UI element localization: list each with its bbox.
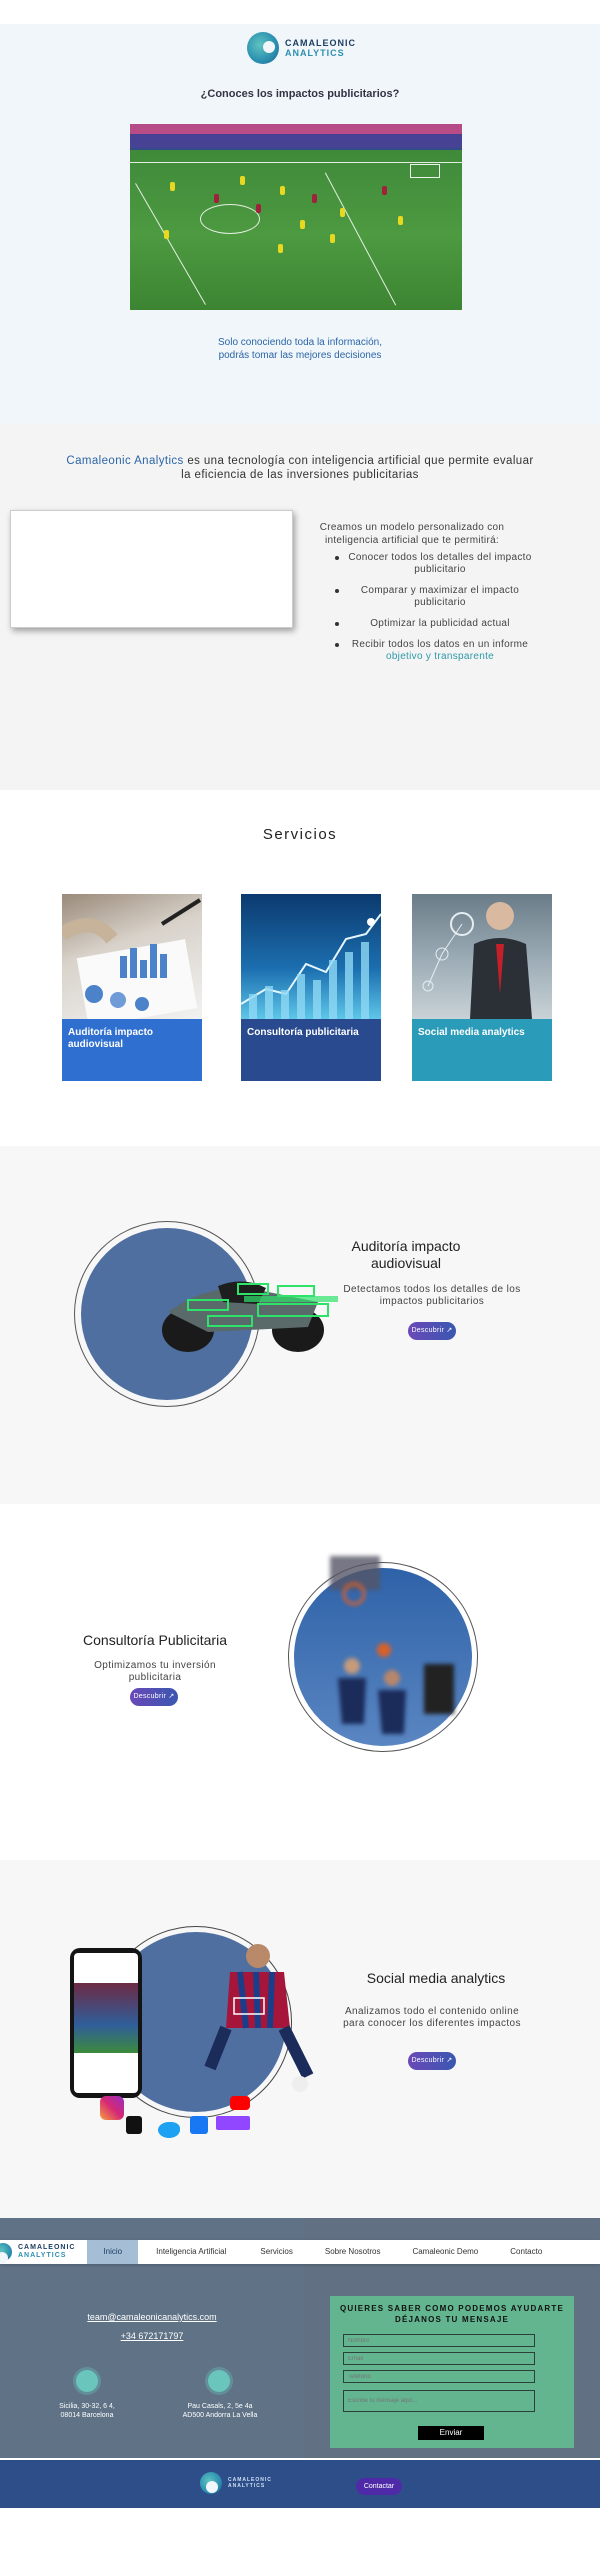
address-barcelona: Sicilia, 30-32, 6 4, 08014 Barcelona: [59, 2403, 115, 2419]
service-card-auditoria[interactable]: Auditoría impacto audiovisual: [62, 894, 202, 1081]
footer-logo[interactable]: CAMALEONIC ANALYTICS: [200, 2472, 272, 2494]
nav-item-servicios[interactable]: Servicios: [244, 2240, 308, 2264]
brand-logo[interactable]: CAMALEONIC ANALYTICS: [247, 32, 356, 64]
audit-section: Auditoría impacto audiovisual Detectamos…: [0, 1146, 600, 1504]
footballer-image: [204, 1944, 314, 2092]
about-title: Camaleonic Analytics es una tecnología c…: [66, 455, 534, 481]
main-navbar: CAMALEONIC ANALYTICS Inicio Inteligencia…: [0, 2240, 600, 2264]
footer-band: CAMALEONIC ANALYTICS Contactar: [0, 2460, 600, 2508]
footer-section: CAMALEONIC ANALYTICS Contactar: [0, 2458, 600, 2554]
service-card-consultoria[interactable]: Consultoría publicitaria: [241, 894, 381, 1081]
hero-question: ¿Conoces los impactos publicitarios?: [200, 88, 400, 100]
phone-field[interactable]: [343, 2370, 535, 2383]
facebook-icon: [190, 2116, 208, 2134]
audit-subtitle: Detectamos todos los detalles de los imp…: [343, 1284, 521, 1307]
services-title: Servicios: [262, 826, 338, 843]
service-card-label: Auditoría impacto audiovisual: [62, 1019, 202, 1081]
nav-item-inicio[interactable]: Inicio: [87, 2240, 139, 2264]
contact-phone-link[interactable]: +34 672171797: [0, 2331, 304, 2341]
brand-line-2: ANALYTICS: [285, 48, 345, 58]
name-field[interactable]: [343, 2334, 535, 2347]
brand-line-1: CAMALEONIC: [285, 38, 356, 48]
about-section: Camaleonic Analytics es una tecnología c…: [0, 424, 600, 790]
post-image: [74, 1983, 138, 2053]
message-field[interactable]: [343, 2390, 535, 2412]
tiktok-icon: [126, 2116, 142, 2134]
discover-button[interactable]: Descubrir ↗: [130, 1688, 178, 1706]
about-benefits-list: Conocer todos los detalles del impacto p…: [335, 552, 535, 672]
chameleon-logo-icon: [247, 32, 279, 64]
service-card-label: Social media analytics: [412, 1019, 552, 1081]
chameleon-logo-icon: [200, 2472, 222, 2494]
youtube-icon: [230, 2096, 250, 2110]
phone-mockup: [70, 1948, 142, 2098]
instagram-icon: [100, 2096, 124, 2120]
service-card-social[interactable]: Social media analytics: [412, 894, 552, 1081]
consulting-section: Consultoría Publicitaria Optimizamos tu …: [0, 1504, 600, 1860]
chameleon-logo-icon: [0, 2243, 12, 2264]
analytics-report-image: [62, 894, 202, 1019]
nav-item-demo[interactable]: Camaleonic Demo: [396, 2240, 494, 2264]
nav-logo[interactable]: CAMALEONIC ANALYTICS: [0, 2243, 75, 2264]
consulting-title: Consultoría Publicitaria: [83, 1632, 227, 1648]
social-title: Social media analytics: [366, 1970, 506, 1986]
hero-section: CAMALEONIC ANALYTICS ¿Conoces los impact…: [0, 24, 600, 424]
consulting-subtitle: Optimizamos tu inversión publicitaria: [94, 1660, 216, 1683]
discover-button[interactable]: Descubrir ↗: [408, 1322, 456, 1340]
list-item: Recibir todos los datos en un informe ob…: [335, 639, 535, 663]
twitter-icon: [158, 2122, 180, 2138]
goal-net: [410, 164, 440, 178]
discover-button[interactable]: Descubrir ↗: [408, 2052, 456, 2070]
email-field[interactable]: [343, 2352, 535, 2365]
contact-form: QUIERES SABER COMO PODEMOS AYUDARTE DÉJA…: [330, 2296, 574, 2448]
location-pin-icon: [208, 2370, 230, 2392]
contact-section: CAMALEONIC ANALYTICS Inicio Inteligencia…: [0, 2218, 600, 2458]
growth-chart-image: [241, 894, 381, 1019]
list-item: Comparar y maximizar el impacto publicit…: [335, 585, 535, 609]
about-intro: Creamos un modelo personalizado con inte…: [319, 522, 505, 546]
businessman-network-image: [412, 894, 552, 1019]
stadium-banner: [130, 134, 462, 150]
about-brand-name: Camaleonic Analytics: [66, 455, 184, 467]
contact-button[interactable]: Contactar: [356, 2478, 402, 2495]
twitch-icon: [216, 2116, 250, 2130]
list-item: Optimizar la publicidad actual: [335, 618, 535, 630]
social-section: Social media analytics Analizamos todo e…: [0, 1860, 600, 2218]
about-media-frame: [10, 510, 293, 628]
services-section: Servicios Auditoría impacto audiovisual …: [0, 790, 600, 1146]
list-item: Conocer todos los detalles del impacto p…: [335, 552, 535, 576]
contact-email-link[interactable]: team@camaleonicanalytics.com: [0, 2312, 304, 2322]
nav-item-ia[interactable]: Inteligencia Artificial: [138, 2240, 244, 2264]
motorbike-detection-image: [162, 1281, 338, 1352]
hero-video[interactable]: [130, 124, 462, 310]
service-card-label: Consultoría publicitaria: [241, 1019, 381, 1081]
audit-title: Auditoría impacto audiovisual: [351, 1238, 461, 1271]
highlight-text: objetivo y transparente: [385, 651, 495, 662]
social-subtitle: Analizamos todo el contenido online para…: [343, 2006, 521, 2029]
hero-subtitle: Solo conociendo toda la información, pod…: [218, 337, 382, 361]
address-andorra: Pau Casals, 2, 5e 4a AD500 Andorra La Ve…: [182, 2403, 258, 2419]
nav-item-contacto[interactable]: Contacto: [494, 2240, 558, 2264]
nav-item-sobre-nosotros[interactable]: Sobre Nosotros: [309, 2240, 397, 2264]
location-pin-icon: [76, 2370, 98, 2392]
form-title: QUIERES SABER COMO PODEMOS AYUDARTE DÉJA…: [339, 2304, 565, 2324]
send-button[interactable]: Enviar: [418, 2426, 484, 2440]
